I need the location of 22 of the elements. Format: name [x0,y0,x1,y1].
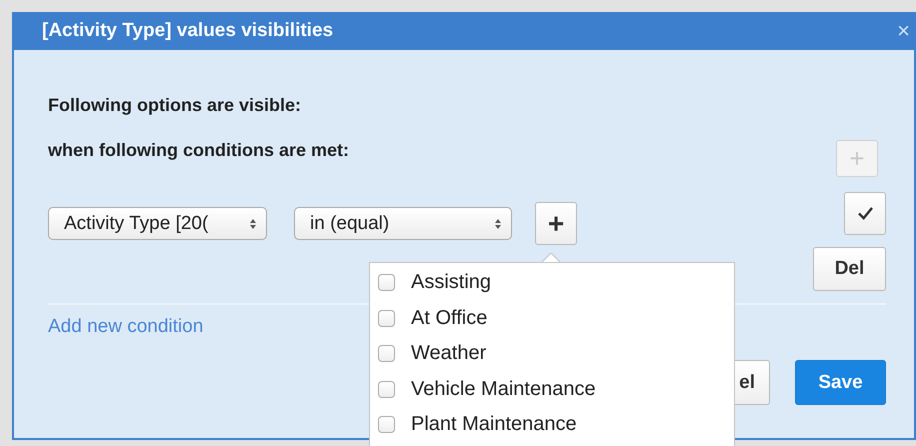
field-select[interactable]: Activity Type [20( [48,207,267,240]
confirm-button[interactable] [844,192,886,235]
checkbox[interactable] [378,380,395,398]
updown-icon [495,218,501,228]
checkbox[interactable] [378,345,395,362]
option-item[interactable]: At Office [370,300,734,336]
check-icon [858,207,872,220]
option-item[interactable]: Weather [370,336,734,372]
delete-button[interactable]: Del [813,247,886,291]
option-item[interactable]: Vehicle Maintenance [370,372,734,407]
operator-select[interactable]: in (equal) [294,207,512,240]
window-title: [Activity Type] values visibilities [42,20,334,42]
checkbox[interactable] [378,310,395,327]
option-item[interactable]: Plant Maintenance [370,407,734,442]
checkbox[interactable] [378,416,395,434]
add-value-button[interactable]: + [535,202,577,245]
updown-icon [250,218,256,228]
section-label: when following conditions are met: [48,139,350,162]
checkbox[interactable] [378,274,395,292]
section-label: Following options are visible: [48,94,302,117]
footer-button[interactable]: Save [795,360,886,405]
option-item[interactable]: Assisting [370,265,734,300]
